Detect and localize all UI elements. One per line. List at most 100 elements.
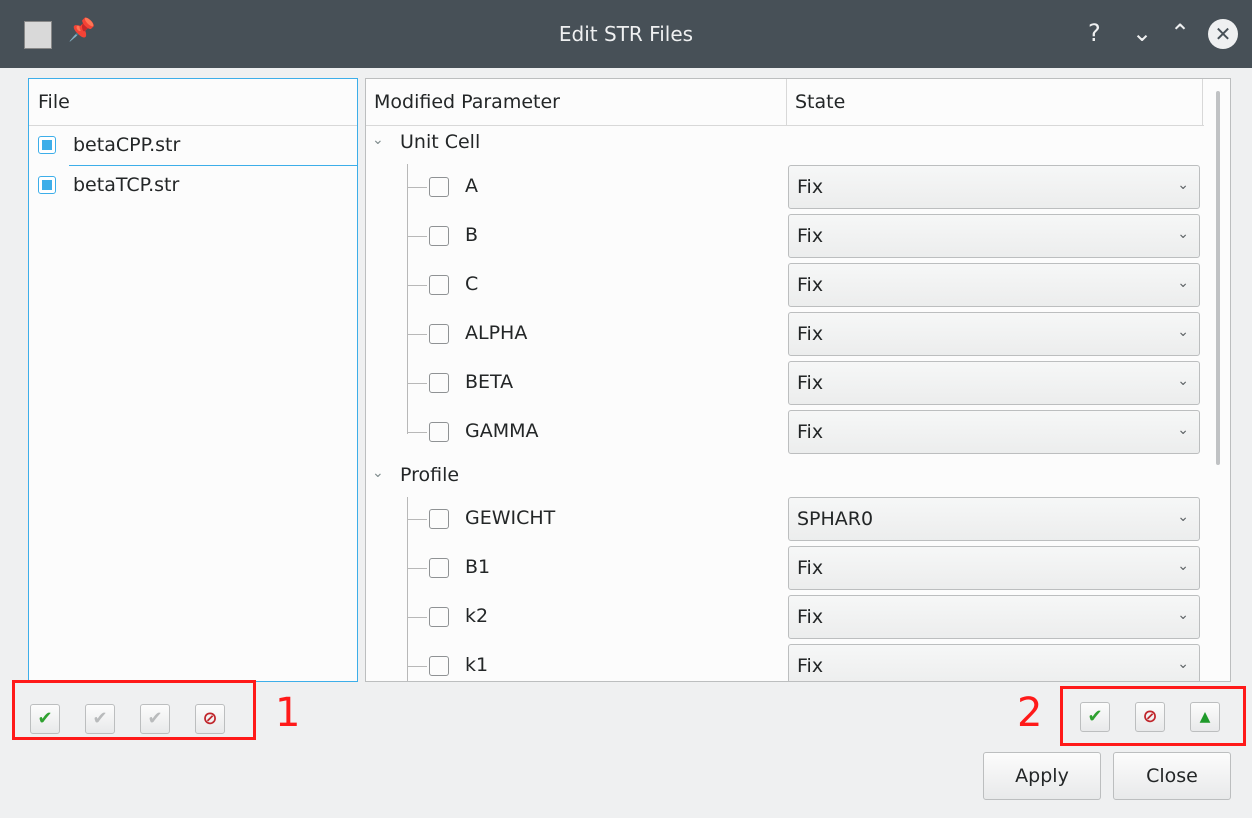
param-name: B1 (465, 556, 491, 578)
column-separator (786, 79, 787, 125)
param-name: C (465, 273, 479, 295)
chevron-down-icon: ⌄ (1177, 509, 1189, 525)
tree-connector (407, 568, 427, 569)
group-label: Unit Cell (400, 131, 481, 153)
param-name: k1 (465, 654, 489, 676)
tree-connector (407, 187, 427, 188)
chevron-down-icon: ⌄ (1177, 422, 1189, 438)
param-checkbox[interactable] (429, 558, 449, 578)
param-checkbox[interactable] (429, 324, 449, 344)
file-item[interactable]: betaTCP.str (29, 166, 357, 206)
minimize-icon[interactable]: ⌄ (1132, 18, 1152, 48)
tree-connector (407, 617, 427, 618)
param-row[interactable]: C Fix ⌄ (366, 261, 1202, 309)
param-name: k2 (465, 605, 489, 627)
chevron-down-icon: ⌄ (1177, 226, 1189, 242)
param-name: ALPHA (465, 322, 528, 344)
chevron-down-icon: ⌄ (1177, 373, 1189, 389)
maximize-icon[interactable]: ⌃ (1170, 18, 1190, 48)
chevron-down-icon: ⌄ (1177, 656, 1189, 672)
window-titlebar[interactable]: 📌 Edit STR Files ? ⌄ ⌃ ✕ (0, 0, 1252, 68)
state-select[interactable]: Fix ⌄ (788, 263, 1200, 307)
param-row[interactable]: A Fix ⌄ (366, 163, 1202, 211)
state-select[interactable]: Fix ⌄ (788, 361, 1200, 405)
param-name: A (465, 175, 478, 197)
param-row[interactable]: BETA Fix ⌄ (366, 359, 1202, 407)
tree-header: Modified Parameter State (366, 79, 1204, 126)
param-checkbox[interactable] (429, 656, 449, 676)
state-select[interactable]: Fix ⌄ (788, 546, 1200, 590)
state-value: Fix (797, 606, 824, 628)
check-all-files-button[interactable]: ✔ (30, 704, 60, 734)
param-checkbox[interactable] (429, 509, 449, 529)
group-label: Profile (400, 464, 460, 486)
file-list[interactable]: File betaCPP.str betaTCP.str (28, 78, 358, 682)
check-all-params-button[interactable]: ✔ (1080, 702, 1110, 732)
param-row[interactable]: k2 Fix ⌄ (366, 593, 1202, 641)
param-row[interactable]: GAMMA Fix ⌄ (366, 408, 1202, 456)
uncheck-all-params-button[interactable]: ⊘ (1135, 702, 1165, 732)
vertical-scrollbar[interactable] (1216, 91, 1220, 465)
file-checkbox[interactable] (38, 136, 56, 154)
tree-connector (407, 285, 427, 286)
param-column-header[interactable]: Modified Parameter (374, 79, 560, 125)
param-checkbox[interactable] (429, 275, 449, 295)
param-name: GEWICHT (465, 507, 556, 529)
close-button[interactable]: Close (1113, 752, 1231, 800)
state-select[interactable]: Fix ⌄ (788, 312, 1200, 356)
annotation-label-1: 1 (275, 690, 301, 736)
param-name: GAMMA (465, 420, 539, 442)
tree-connector (407, 432, 427, 433)
state-select[interactable]: Fix ⌄ (788, 165, 1200, 209)
state-column-header[interactable]: State (795, 79, 845, 125)
state-select[interactable]: Fix ⌄ (788, 410, 1200, 454)
move-up-button[interactable]: ▲ (1190, 702, 1220, 732)
state-value: Fix (797, 655, 824, 677)
close-window-icon[interactable]: ✕ (1208, 19, 1238, 49)
chevron-down-icon[interactable]: ⌄ (372, 132, 384, 148)
file-column-header[interactable]: File (29, 79, 357, 126)
param-row[interactable]: GEWICHT SPHAR0 ⌄ (366, 495, 1202, 543)
chevron-down-icon[interactable]: ⌄ (372, 465, 384, 481)
param-row[interactable]: k1 Fix ⌄ (366, 642, 1202, 681)
tree-connector (407, 236, 427, 237)
chevron-down-icon: ⌄ (1177, 275, 1189, 291)
state-value: Fix (797, 176, 824, 198)
tree-group-profile[interactable]: ⌄ Profile (366, 457, 786, 497)
param-checkbox[interactable] (429, 373, 449, 393)
tree-group-unit-cell[interactable]: ⌄ Unit Cell (366, 124, 786, 164)
state-value: Fix (797, 421, 824, 443)
param-row[interactable]: B1 Fix ⌄ (366, 544, 1202, 592)
tree-connector (407, 666, 427, 667)
help-icon[interactable]: ? (1088, 18, 1101, 48)
state-value: Fix (797, 557, 824, 579)
uncheck-all-files-button[interactable]: ⊘ (195, 704, 225, 734)
state-select[interactable]: SPHAR0 ⌄ (788, 497, 1200, 541)
param-checkbox[interactable] (429, 177, 449, 197)
window-title: Edit STR Files (558, 22, 694, 46)
chevron-down-icon: ⌄ (1177, 177, 1189, 193)
check-selected-button[interactable]: ✔ (85, 704, 115, 734)
annotation-label-2: 2 (1017, 690, 1043, 736)
state-value: Fix (797, 274, 824, 296)
chevron-down-icon: ⌄ (1177, 558, 1189, 574)
param-checkbox[interactable] (429, 607, 449, 627)
check-multiple-button[interactable]: ✔ (140, 704, 170, 734)
state-select[interactable]: Fix ⌄ (788, 214, 1200, 258)
chevron-down-icon: ⌄ (1177, 607, 1189, 623)
state-value: Fix (797, 225, 824, 247)
file-name: betaCPP.str (73, 134, 181, 156)
param-checkbox[interactable] (429, 422, 449, 442)
file-checkbox[interactable] (38, 176, 56, 194)
parameter-tree[interactable]: Modified Parameter State ⌄ Unit Cell A F… (365, 78, 1231, 682)
state-select[interactable]: Fix ⌄ (788, 595, 1200, 639)
param-row[interactable]: ALPHA Fix ⌄ (366, 310, 1202, 358)
param-checkbox[interactable] (429, 226, 449, 246)
param-row[interactable]: B Fix ⌄ (366, 212, 1202, 260)
file-item[interactable]: betaCPP.str (29, 126, 357, 166)
tree-connector (407, 334, 427, 335)
column-separator (1202, 79, 1203, 125)
state-value: SPHAR0 (797, 508, 874, 530)
apply-button[interactable]: Apply (983, 752, 1101, 800)
state-select[interactable]: Fix ⌄ (788, 644, 1200, 681)
